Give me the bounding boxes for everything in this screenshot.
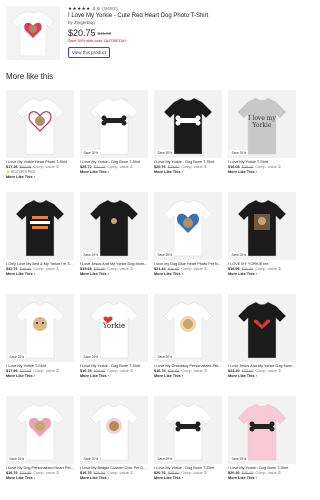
product-image[interactable]: Save 20%	[80, 396, 148, 464]
product-card[interactable]: Save 20% I Love My Yorkie - Dog Bone T-Sh…	[154, 90, 222, 186]
save-badge: Save 20%	[156, 456, 174, 461]
product-card[interactable]: Save 20% I Love My Granddog Personalized …	[154, 294, 222, 390]
save-badge: Save 20%	[82, 150, 100, 155]
tshirt-icon	[89, 199, 139, 257]
save-badge: Save 20%	[156, 252, 174, 257]
tshirt-icon	[15, 97, 65, 155]
product-card[interactable]: Save 20% I LOVE MY YORKIE tee $16.96 $21.2…	[228, 192, 296, 288]
save-badge: Save 20%	[156, 354, 174, 359]
product-card[interactable]: Save 20% I Love My Beagle Custom Cute Pet…	[80, 396, 148, 492]
product-image[interactable]: Save 20%	[6, 396, 74, 464]
more-like-this-link[interactable]: More Like This ›	[80, 476, 148, 481]
more-like-this-link[interactable]: More Like This ›	[154, 272, 222, 277]
product-price: $20.75 $41.50	[68, 28, 112, 38]
more-like-this-link[interactable]: More Like This ›	[154, 170, 222, 175]
more-like-this-link[interactable]: More Like This ›	[154, 374, 222, 379]
save-badge: Save 20%	[8, 456, 26, 461]
tshirt-icon	[237, 403, 287, 461]
more-like-this-link[interactable]: More Like This ›	[228, 170, 296, 175]
more-like-this-link[interactable]: More Like This ›	[228, 272, 296, 277]
save-badge: Save 20%	[230, 252, 248, 257]
tshirt-icon	[237, 199, 287, 257]
more-like-this-link[interactable]: More Like This ›	[6, 374, 74, 379]
tshirt-icon	[15, 403, 65, 461]
product-header: ★★★★★ 4.6 (9482) I Love My Yorkie - Cute …	[6, 6, 298, 64]
more-like-this-link[interactable]: More Like This ›	[80, 170, 148, 175]
product-card[interactable]: Save 20% I Love My Yorkie - Dog Bone T-Sh…	[154, 396, 222, 492]
sale-note: Save 50% with code ZAZOREDAY	[68, 39, 127, 44]
product-seller[interactable]: by ZingerBug	[68, 20, 294, 26]
tshirt-icon	[163, 301, 213, 359]
product-image[interactable]: Save 20%	[6, 294, 74, 362]
product-card[interactable]: I love my Yorkie Save 20% I Love My Yorkie …	[228, 90, 296, 186]
more-like-this-link[interactable]: More Like This ›	[154, 476, 222, 481]
save-badge: Save 20%	[156, 150, 174, 155]
tshirt-icon	[89, 403, 139, 461]
product-image[interactable]	[228, 294, 296, 362]
product-image[interactable]: Save 20%	[154, 90, 222, 158]
product-image[interactable]: Save 20%	[228, 396, 296, 464]
product-card[interactable]: Save 20% I Love My Yorkie - Dog Bone T-Sh…	[80, 90, 148, 186]
product-image[interactable]: Save 20%	[80, 90, 148, 158]
tshirt-icon: Yorkie	[89, 301, 139, 359]
product-image[interactable]: Save 20%	[154, 396, 222, 464]
save-badge: Save 20%	[230, 150, 248, 155]
rating-stars: ★★★★★ 4.6 (9482)	[68, 6, 119, 11]
section-title: More like this	[6, 72, 54, 81]
more-like-this-link[interactable]: More Like This ›	[80, 272, 148, 277]
product-thumbnail[interactable]	[6, 6, 60, 60]
save-badge: Save 20%	[82, 354, 100, 359]
product-card[interactable]: I Only Love My Bed & My Yorkie I'm So...…	[6, 192, 74, 288]
save-badge: Save 20%	[82, 456, 100, 461]
product-card[interactable]: Save 20% I Love Jesus And My Yorkie Dog M…	[80, 192, 148, 288]
product-image[interactable]: Save 20%	[228, 192, 296, 260]
view-product-button[interactable]: View this product	[68, 47, 110, 59]
product-image[interactable]	[6, 90, 74, 158]
product-image[interactable]: Yorkie Save 20%	[80, 294, 148, 362]
more-like-this-link[interactable]: More Like This ›	[6, 476, 74, 481]
product-card[interactable]: Save 20% I love my Dog Blue Heart Photo P…	[154, 192, 222, 288]
tshirt-icon: I love myYorkie	[237, 97, 287, 155]
tshirt-icon	[163, 97, 213, 155]
tshirt-icon	[237, 301, 287, 359]
product-image[interactable]: Save 20%	[80, 192, 148, 260]
more-like-this-link[interactable]: More Like This ›	[6, 175, 74, 180]
tshirt-icon	[15, 199, 65, 257]
product-card[interactable]: Save 20% I Love My Dog Personalized Heart…	[6, 396, 74, 492]
tshirt-icon	[89, 97, 139, 155]
tshirt-icon	[15, 301, 65, 359]
more-like-this-link[interactable]: More Like This ›	[6, 272, 74, 277]
tshirt-icon	[163, 403, 213, 461]
more-like-this-link[interactable]: More Like This ›	[228, 476, 296, 481]
save-badge: Save 20%	[8, 354, 26, 359]
product-title[interactable]: I Love My Yorkie - Cute Red Heart Dog Ph…	[68, 13, 294, 20]
svg-text:Yorkie: Yorkie	[251, 122, 271, 129]
product-card[interactable]: Save 20% I Love My Yorkie - Dog Bone T-Sh…	[228, 396, 296, 492]
more-like-this-link[interactable]: More Like This ›	[80, 374, 148, 379]
product-card[interactable]: I Love My Yorkie Heart Photo T-Shirt $17.…	[6, 90, 74, 186]
save-badge: Save 20%	[82, 252, 100, 257]
product-card[interactable]: I Love Jesus And My Yorkie Dog Mom... $24…	[228, 294, 296, 390]
more-like-this-link[interactable]: More Like This ›	[228, 374, 296, 379]
product-image[interactable]: I love my Yorkie Save 20%	[228, 90, 296, 158]
product-image[interactable]	[6, 192, 74, 260]
save-badge: Save 20%	[230, 456, 248, 461]
svg-text:I love my: I love my	[248, 115, 276, 122]
product-image[interactable]: Save 20%	[154, 192, 222, 260]
tshirt-image	[11, 10, 55, 57]
product-card[interactable]: Save 20% I Love My Yorkie T-Shirt $17.96 $…	[6, 294, 74, 390]
product-grid: I Love My Yorkie Heart Photo T-Shirt $17.…	[6, 90, 300, 492]
svg-text:Yorkie: Yorkie	[102, 322, 125, 330]
product-image[interactable]: Save 20%	[154, 294, 222, 362]
product-card[interactable]: Yorkie Save 20% I Love My Yorkie - Dog Bon…	[80, 294, 148, 390]
tshirt-icon	[163, 199, 213, 257]
